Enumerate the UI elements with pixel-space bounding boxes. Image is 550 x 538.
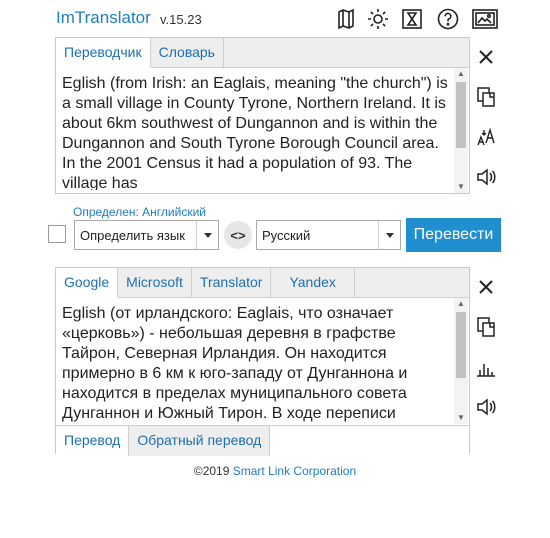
tab-yandex[interactable]: Yandex <box>271 268 355 298</box>
image-translate-icon[interactable] <box>470 7 500 31</box>
scroll-down-arrow-icon[interactable]: ▼ <box>454 412 468 424</box>
auto-translate-checkbox[interactable] <box>48 225 66 243</box>
speaker-result-icon[interactable] <box>473 394 499 420</box>
source-text-input[interactable]: Eglish (from Irish: an Eaglais, meaning … <box>62 74 452 190</box>
source-language-select[interactable]: Определить язык <box>74 220 219 250</box>
speaker-source-icon[interactable] <box>473 164 499 190</box>
chevron-down-icon[interactable] <box>196 221 218 249</box>
tab-translator[interactable]: Переводчик <box>56 38 151 68</box>
copy-result-icon[interactable] <box>473 314 499 340</box>
result-tab-bar: Google Microsoft Translator Yandex <box>56 268 469 298</box>
detected-language-label: Определен: Английский <box>73 205 206 219</box>
source-tab-bar: Переводчик Словарь <box>56 38 469 68</box>
result-text-output[interactable]: Eglish (от ирландского: Eaglais, что озн… <box>62 304 452 422</box>
translate-button[interactable]: Перевести <box>406 218 501 252</box>
copy-source-icon[interactable] <box>473 84 499 110</box>
tab-microsoft[interactable]: Microsoft <box>118 268 192 298</box>
app-version: v.15.23 <box>160 12 202 27</box>
settings-gear-icon[interactable] <box>366 7 390 31</box>
font-size-icon[interactable] <box>473 124 499 150</box>
scroll-up-arrow-icon[interactable]: ▲ <box>454 298 468 310</box>
chart-icon[interactable] <box>473 354 499 380</box>
scroll-up-arrow-icon[interactable]: ▲ <box>454 68 468 80</box>
chevron-down-icon[interactable] <box>378 221 400 249</box>
result-side-toolbar <box>470 274 502 434</box>
swap-languages-button[interactable]: <> <box>224 221 252 249</box>
tab-back-translation[interactable]: Обратный перевод <box>129 426 271 456</box>
result-bottom-tab-bar: Перевод Обратный перевод <box>56 425 469 456</box>
source-panel: Переводчик Словарь Eglish (from Irish: a… <box>55 37 470 194</box>
clear-result-icon[interactable] <box>473 274 499 300</box>
target-language-value: Русский <box>262 227 311 243</box>
source-scrollbar[interactable]: ▲ ▼ <box>454 68 468 193</box>
tab-dictionary[interactable]: Словарь <box>150 38 224 68</box>
app-title: ImTranslator <box>56 8 151 27</box>
hourglass-history-icon[interactable] <box>400 7 424 31</box>
scroll-down-arrow-icon[interactable]: ▼ <box>454 181 468 193</box>
scroll-thumb[interactable] <box>456 312 466 378</box>
result-panel: Google Microsoft Translator Yandex Eglis… <box>55 267 470 456</box>
source-language-value: Определить язык <box>80 227 185 243</box>
help-icon[interactable] <box>436 7 460 31</box>
copyright-text: ©2019 <box>193 464 230 478</box>
company-link[interactable]: Smart Link Corporation <box>233 464 356 478</box>
source-side-toolbar <box>470 44 502 204</box>
tab-translator-engine[interactable]: Translator <box>191 268 272 298</box>
scroll-thumb[interactable] <box>456 82 466 148</box>
map-icon[interactable] <box>334 7 358 31</box>
result-scrollbar[interactable]: ▲ ▼ <box>454 298 468 424</box>
tab-translation[interactable]: Перевод <box>56 426 130 456</box>
tab-google[interactable]: Google <box>56 268 119 298</box>
footer: ©2019 Smart Link Corporation <box>0 464 550 478</box>
clear-source-icon[interactable] <box>473 44 499 70</box>
target-language-select[interactable]: Русский <box>256 220 401 250</box>
